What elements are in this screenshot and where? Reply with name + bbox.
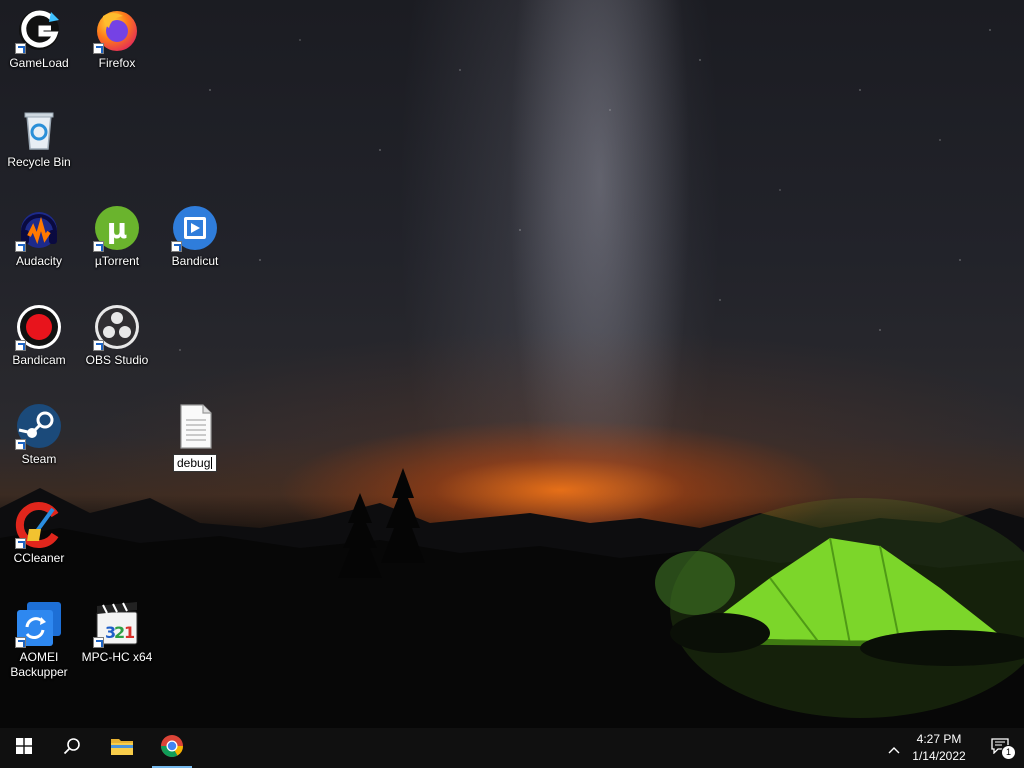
notification-count-badge: 1 [1001,745,1016,760]
obs-studio-icon [93,303,141,351]
desktop-icon-debug-file[interactable]: debug [156,398,234,472]
gameload-icon [15,6,63,54]
shortcut-arrow-icon [15,637,26,648]
desktop-icon-bandicut[interactable]: Bandicut [156,200,234,269]
desktop-icon-obs-studio[interactable]: OBS Studio [78,299,156,368]
desktop-icon-recycle-bin[interactable]: Recycle Bin [0,101,78,170]
desktop-icon-aomei-backupper[interactable]: AOMEI Backupper [0,596,78,680]
desktop-icon-label: Bandicut [171,254,219,268]
desktop-icon-mpc-hc[interactable]: 3 2 1 MPC-HC x64 [78,596,156,665]
desktop-icon-label: MPC-HC x64 [81,650,153,664]
desktop-icon-utorrent[interactable]: µ µTorrent [78,200,156,269]
ccleaner-icon [15,501,63,549]
desktop-icon-label: Recycle Bin [7,155,71,169]
search-icon [63,737,81,759]
shortcut-arrow-icon [15,538,26,549]
bandicam-icon [15,303,63,351]
desktop-icon-label: Firefox [98,56,136,70]
shortcut-arrow-icon [15,241,26,252]
svg-text:µ: µ [107,212,128,245]
desktop-icon-steam[interactable]: Steam [0,398,78,467]
clock-date: 1/14/2022 [912,749,966,763]
utorrent-icon: µ [93,204,141,252]
desktop-icon-audacity[interactable]: Audacity [0,200,78,269]
shortcut-arrow-icon [93,43,104,54]
desktop-icon-bandicam[interactable]: Bandicam [0,299,78,368]
desktop-icon-label: GameLoad [9,56,69,70]
steam-icon [15,402,63,450]
desktop-icon-label: OBS Studio [85,353,149,367]
shortcut-arrow-icon [93,340,104,351]
desktop-icon-label: CCleaner [13,551,65,565]
chrome-icon [160,734,184,762]
desktop-icon-label: Bandicam [12,353,66,367]
desktop-icon-label: Audacity [15,254,63,268]
firefox-icon [93,6,141,54]
taskbar: 4:27 PM 1/14/2022 1 [0,728,1024,768]
desktop-icon-label: Steam [21,452,57,466]
desktop-icon-label: AOMEI Backupper [10,650,68,679]
mpc-hc-icon: 3 2 1 [93,600,141,648]
shortcut-arrow-icon [15,43,26,54]
audacity-icon [15,204,63,252]
desktop-icon-gameload[interactable]: GameLoad [0,2,78,71]
text-file-icon [171,402,219,450]
notification-center-button[interactable]: 1 [976,728,1024,768]
clock-time: 4:27 PM [916,732,962,746]
folder-icon [110,736,134,760]
svg-text:1: 1 [124,623,135,642]
shortcut-arrow-icon [93,241,104,252]
text-caret [211,457,213,469]
desktop-icon-label: µTorrent [94,254,140,268]
desktop[interactable]: GameLoad Firefox Recycle Bin Audacity µ … [0,0,1024,728]
desktop-icon-firefox[interactable]: Firefox [78,2,156,71]
search-button[interactable] [48,728,96,768]
rename-textbox-value: debug [177,456,211,470]
shortcut-arrow-icon [15,439,26,450]
file-explorer-button[interactable] [98,728,146,768]
rename-textbox[interactable]: debug [173,454,217,472]
desktop-icon-ccleaner[interactable]: CCleaner [0,497,78,566]
aomei-backupper-icon [15,600,63,648]
start-button[interactable] [0,728,48,768]
shortcut-arrow-icon [93,637,104,648]
recycle-bin-icon [15,105,63,153]
system-clock[interactable]: 4:27 PM 1/14/2022 [899,731,979,765]
windows-logo-icon [16,738,32,758]
chrome-button[interactable] [148,728,196,768]
shortcut-arrow-icon [15,340,26,351]
bandicut-icon [171,204,219,252]
shortcut-arrow-icon [171,241,182,252]
